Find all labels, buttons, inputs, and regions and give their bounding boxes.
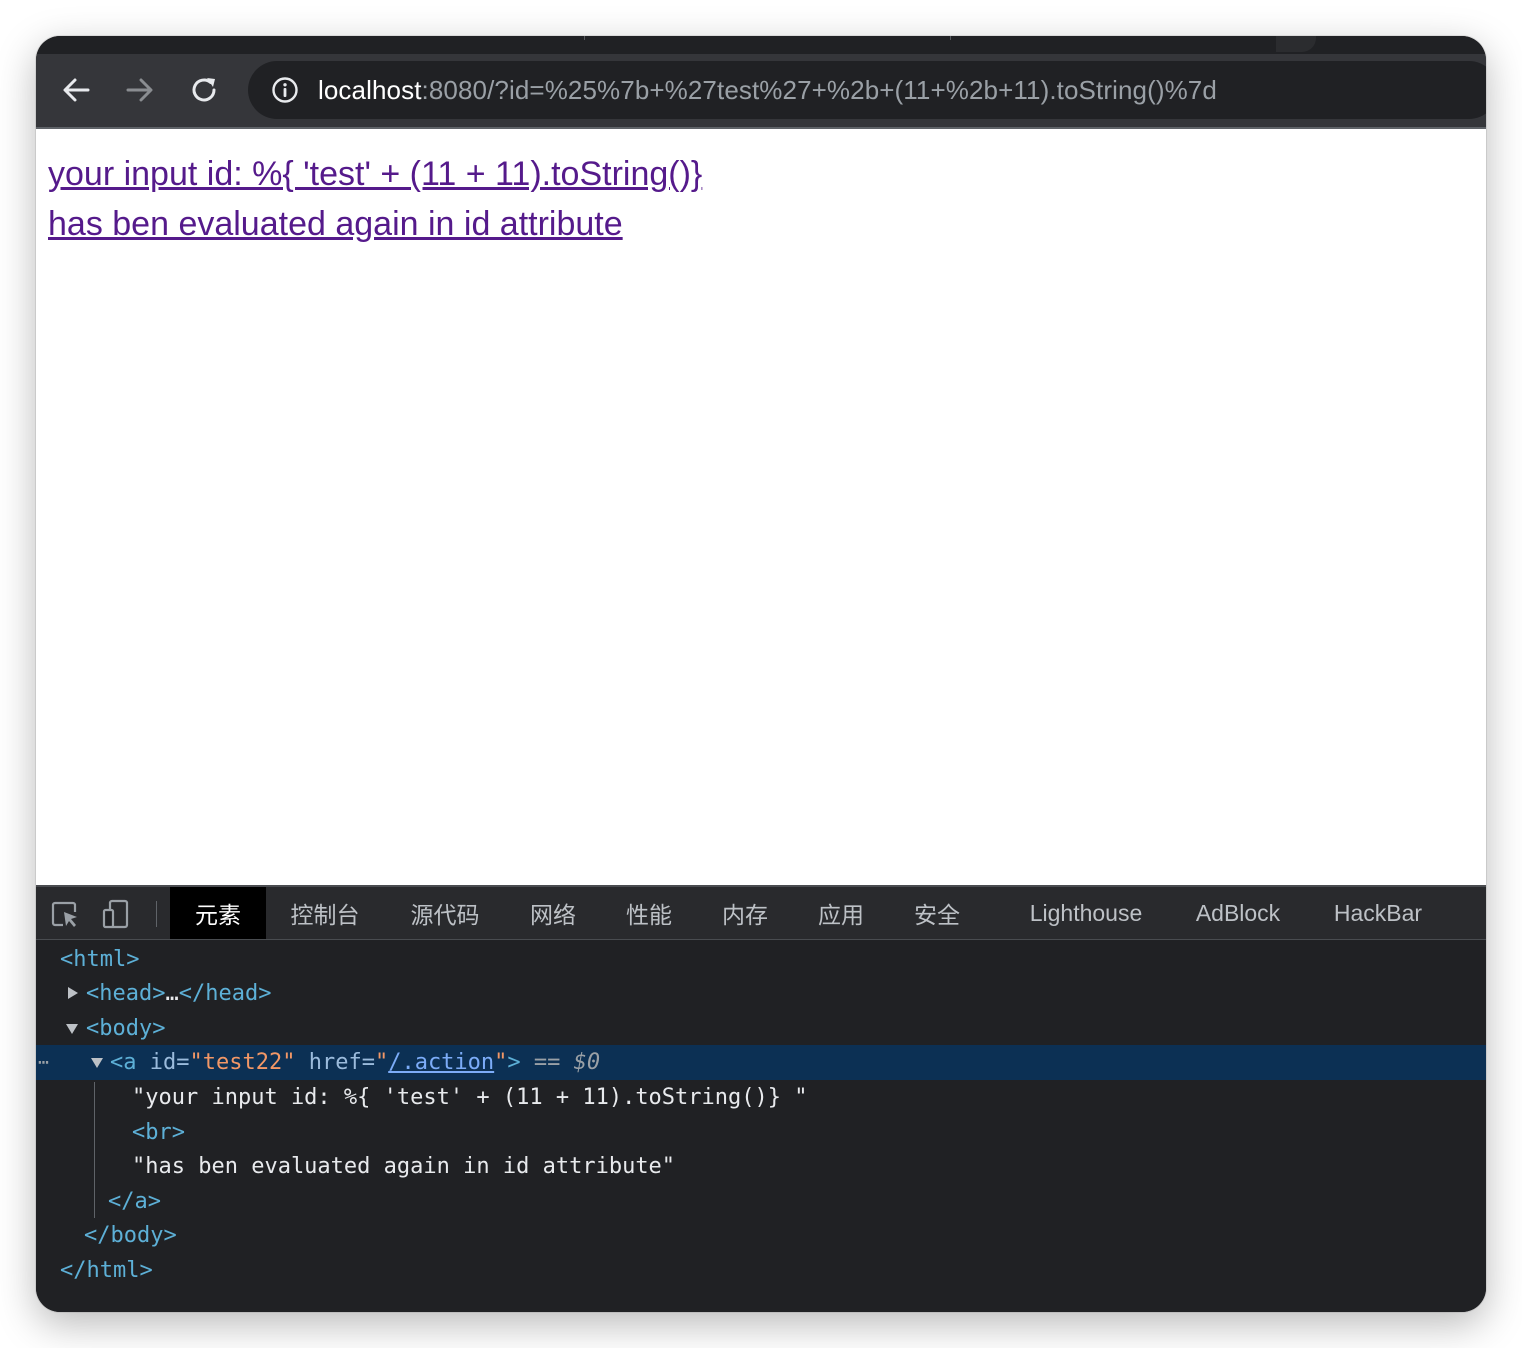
address-bar[interactable]: localhost:8080/?id=%25%7b+%27test%27+%2b… — [248, 61, 1486, 119]
attr-href-quote: " — [494, 1050, 508, 1075]
tree-node-body[interactable]: <body> — [36, 1011, 1486, 1046]
devtools-tab-bar: 元素 控制台 源代码 网络 性能 内存 应用 安全 Lighthouse AdB… — [36, 887, 1486, 939]
tag-body-close: </body> — [84, 1223, 177, 1248]
forward-button[interactable] — [118, 68, 162, 112]
device-toolbar-icon[interactable] — [100, 897, 134, 931]
reload-icon — [192, 78, 216, 102]
text-node-1: "your input id: %{ 'test' + (11 + 11).to… — [132, 1085, 808, 1110]
collapse-triangle-icon[interactable] — [91, 1058, 103, 1068]
tag-a-close: </a> — [108, 1189, 161, 1214]
collapsed-ellipsis[interactable]: … — [165, 981, 178, 1006]
page-link-line-2: has ben evaluated again in id attribute — [48, 205, 623, 243]
tab-sources[interactable]: 源代码 — [396, 887, 494, 939]
arrow-right-icon — [126, 78, 153, 102]
tag-head-close: </head> — [178, 981, 272, 1006]
tree-node-head[interactable]: <head>…</head> — [36, 976, 1486, 1011]
tree-node-text-2[interactable]: "has ben evaluated again in id attribute… — [36, 1149, 1486, 1184]
toolbar-divider — [156, 901, 157, 927]
tab-hackbar[interactable]: HackBar — [1324, 887, 1432, 939]
more-options-icon[interactable]: ⋯ — [38, 1045, 50, 1080]
tab-separator — [950, 36, 951, 40]
selected-node-marker: == $0 — [533, 1050, 601, 1075]
tab-elements[interactable]: 元素 — [170, 887, 266, 939]
tag-html-close: </html> — [60, 1258, 153, 1283]
url-host: localhost — [318, 74, 422, 105]
tab-performance[interactable]: 性能 — [612, 887, 686, 939]
tab-bar-divider — [36, 939, 1486, 940]
browser-window: localhost:8080/?id=%25%7b+%27test%27+%2b… — [36, 36, 1486, 1312]
page-link-line-1: your input id: %{ 'test' + (11 + 11).toS… — [48, 155, 703, 193]
attr-id-value[interactable]: "test22" — [190, 1050, 296, 1075]
devtools-panel: 元素 控制台 源代码 网络 性能 内存 应用 安全 Lighthouse AdB… — [36, 885, 1486, 1312]
tree-node-html[interactable]: <html> — [36, 942, 1486, 977]
new-tab-area — [1276, 36, 1316, 52]
url-text[interactable]: localhost:8080/?id=%25%7b+%27test%27+%2b… — [318, 75, 1217, 106]
back-button[interactable] — [54, 68, 98, 112]
browser-toolbar: localhost:8080/?id=%25%7b+%27test%27+%2b… — [36, 54, 1486, 127]
attr-href-name: href= — [308, 1050, 375, 1075]
tree-node-html-close[interactable]: </html> — [36, 1253, 1486, 1288]
tab-application[interactable]: 应用 — [804, 887, 878, 939]
inspect-element-icon[interactable] — [48, 897, 82, 931]
tree-node-br[interactable]: <br> — [36, 1115, 1486, 1150]
attr-id-name: id= — [149, 1050, 190, 1075]
tab-separator — [584, 36, 585, 40]
text-node-2: "has ben evaluated again in id attribute… — [132, 1154, 676, 1179]
page-link[interactable]: your input id: %{ 'test' + (11 + 11).toS… — [48, 149, 702, 249]
attr-href-link[interactable]: /.action — [388, 1050, 494, 1075]
tab-memory[interactable]: 内存 — [708, 887, 782, 939]
tab-strip — [36, 36, 1486, 54]
tag-body-open: <body> — [86, 1016, 166, 1041]
tree-node-a-close[interactable]: </a> — [36, 1184, 1486, 1219]
tab-adblock[interactable]: AdBlock — [1184, 887, 1292, 939]
tab-lighthouse[interactable]: Lighthouse — [1020, 887, 1152, 939]
url-path: :8080/?id=%25%7b+%27test%27+%2b+(11+%2b+… — [421, 74, 1217, 105]
arrow-left-icon — [63, 78, 90, 102]
attr-href-quote: " — [374, 1050, 389, 1075]
tag-a-open-end: > — [507, 1050, 521, 1075]
tag-br: <br> — [132, 1120, 185, 1145]
tag-a-open: <a — [110, 1050, 137, 1075]
collapse-triangle-icon[interactable] — [66, 1024, 78, 1034]
tree-node-a-selected[interactable]: ⋯ <a id="test22" href="/.action"> == $0 — [36, 1045, 1486, 1080]
page-viewport: your input id: %{ 'test' + (11 + 11).toS… — [36, 129, 1486, 885]
reload-button[interactable] — [182, 68, 226, 112]
tree-node-text-1[interactable]: "your input id: %{ 'test' + (11 + 11).to… — [36, 1080, 1486, 1115]
tab-network[interactable]: 网络 — [516, 887, 590, 939]
tree-node-body-close[interactable]: </body> — [36, 1218, 1486, 1253]
tag-html-open: <html> — [60, 947, 140, 972]
tab-console[interactable]: 控制台 — [276, 887, 374, 939]
expand-triangle-icon[interactable] — [68, 987, 78, 999]
tab-security[interactable]: 安全 — [900, 887, 974, 939]
elements-tree: <html> <head>…</head> <body> ⋯ <a id="te… — [36, 941, 1486, 1312]
tag-head-open: <head> — [86, 981, 166, 1006]
site-info-icon[interactable] — [270, 75, 300, 105]
